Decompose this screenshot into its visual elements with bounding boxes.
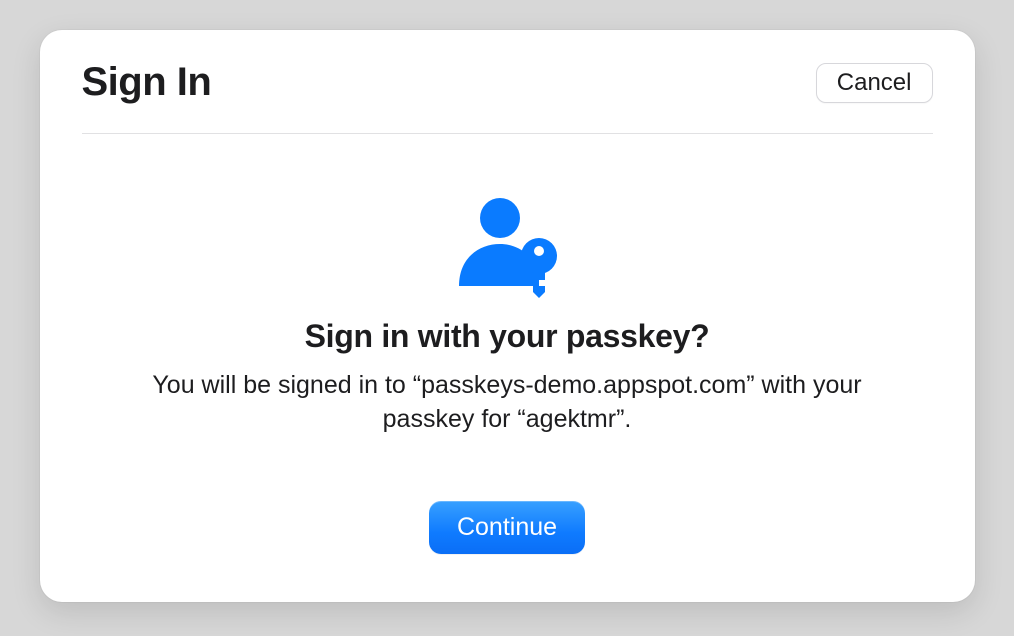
cancel-button[interactable]: Cancel <box>816 63 933 103</box>
dialog-actions: Continue <box>82 501 933 554</box>
passkey-description: You will be signed in to “passkeys-demo.… <box>127 369 887 437</box>
continue-button[interactable]: Continue <box>429 501 585 554</box>
dialog-body: Sign in with your passkey? You will be s… <box>82 134 933 554</box>
dialog-title: Sign In <box>82 60 212 105</box>
dialog-header: Sign In Cancel <box>82 60 933 134</box>
passkey-icon <box>453 196 561 298</box>
sign-in-dialog: Sign In Cancel Sign in with your passkey… <box>40 30 975 602</box>
passkey-question: Sign in with your passkey? <box>82 318 933 355</box>
passkey-icon-wrap <box>82 196 933 298</box>
